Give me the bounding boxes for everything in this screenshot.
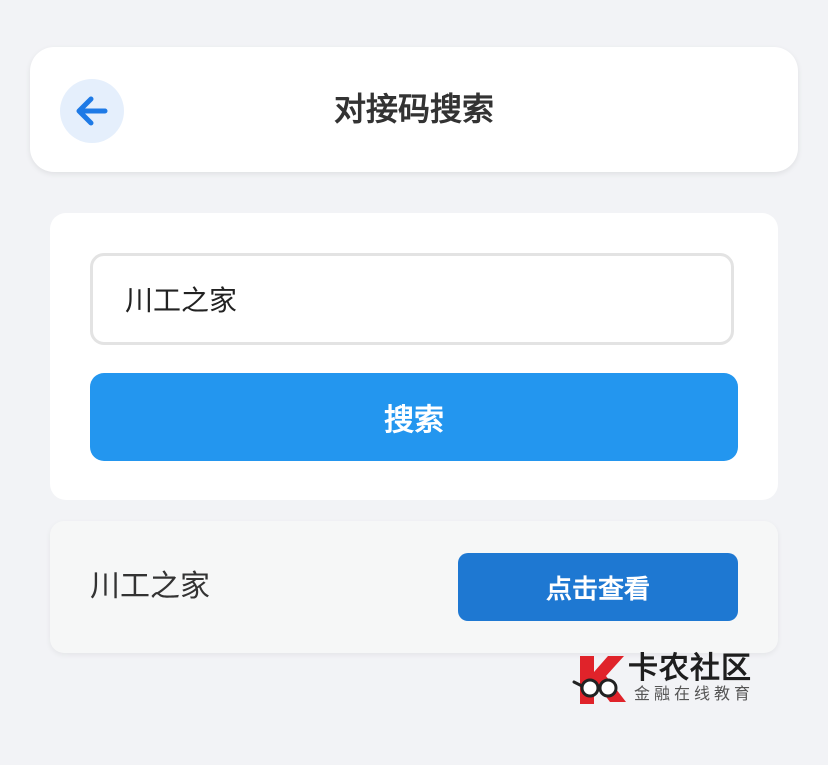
kanong-logo-icon bbox=[572, 652, 630, 708]
search-panel: 搜索 bbox=[50, 213, 778, 500]
search-button[interactable]: 搜索 bbox=[90, 373, 738, 461]
search-input[interactable] bbox=[90, 253, 734, 345]
watermark: 卡农社区 金融在线教育 bbox=[572, 652, 756, 708]
header-bar: 对接码搜索 bbox=[30, 47, 798, 172]
page-title: 对接码搜索 bbox=[333, 90, 494, 128]
result-title: 川工之家 bbox=[90, 569, 210, 604]
watermark-tagline: 金融在线教育 bbox=[634, 684, 755, 703]
result-item: 川工之家 点击查看 bbox=[50, 521, 778, 653]
view-details-button[interactable]: 点击查看 bbox=[458, 553, 738, 621]
watermark-name: 卡农社区 bbox=[628, 651, 752, 686]
